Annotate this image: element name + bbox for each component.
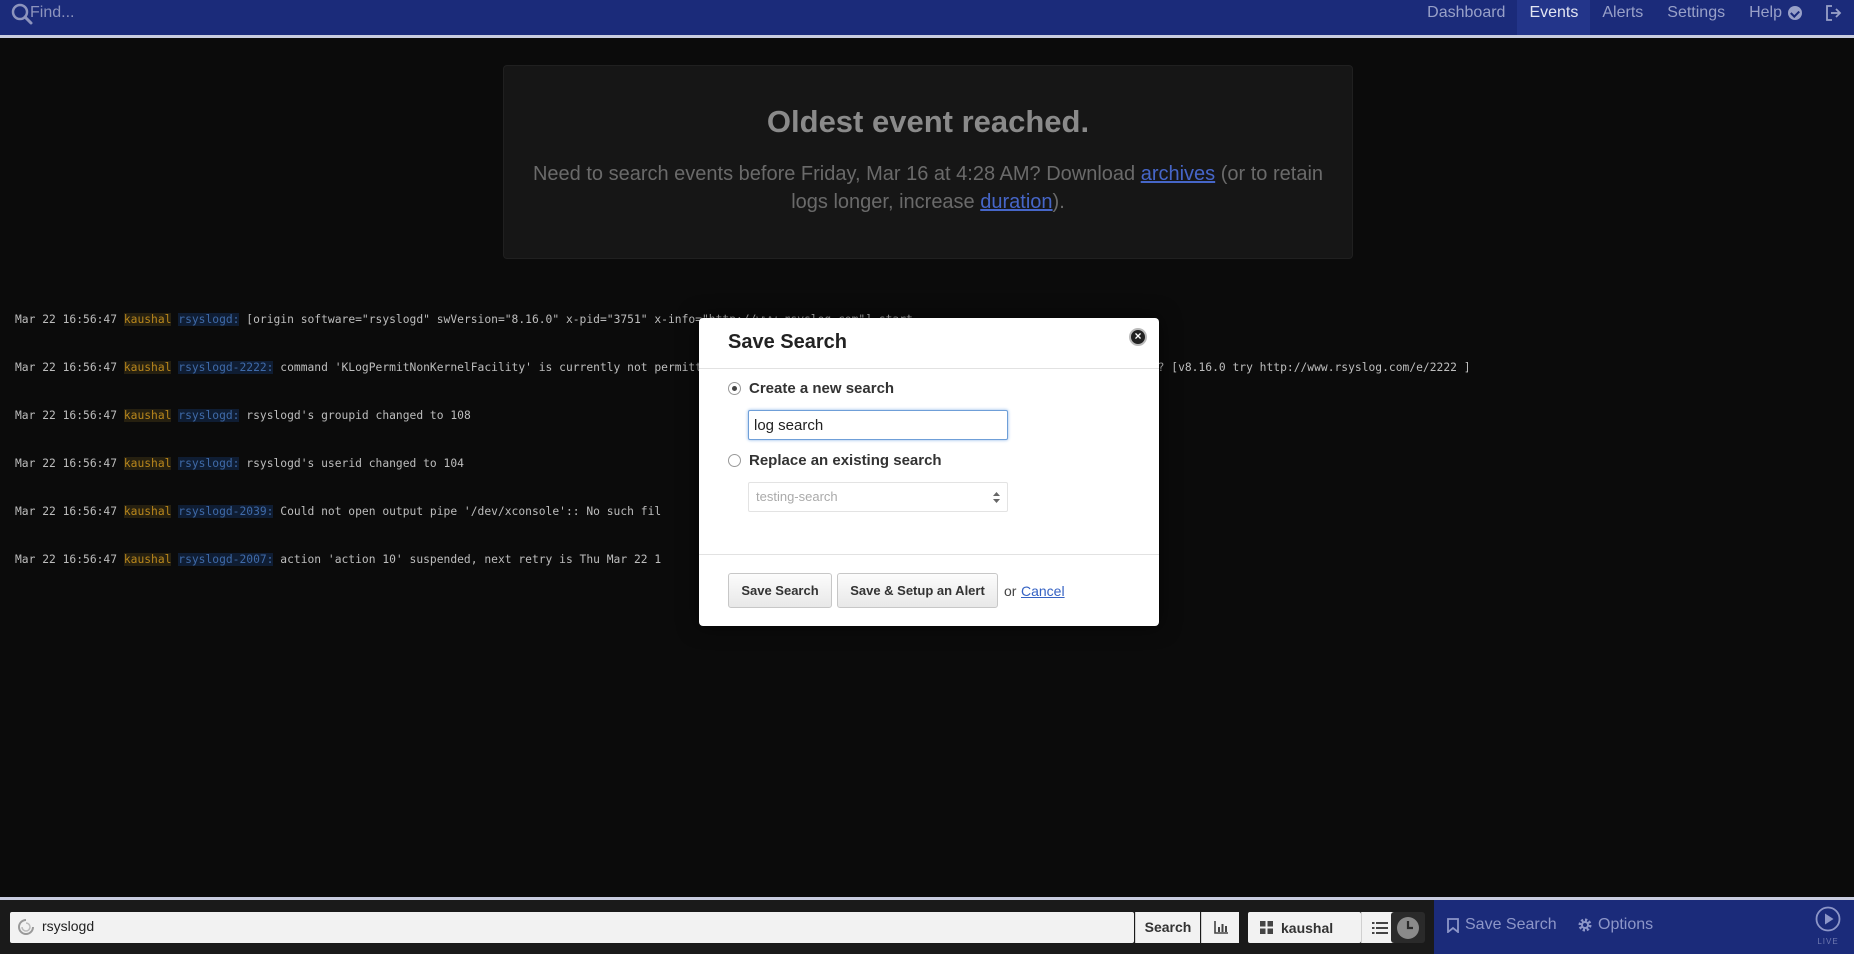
save-setup-alert-button[interactable]: Save & Setup an Alert [837, 573, 998, 608]
existing-search-select[interactable]: testing-search [748, 482, 1008, 512]
oldest-event-panel: Oldest event reached. Need to search eve… [503, 65, 1353, 259]
replace-existing-option[interactable]: Replace an existing search [728, 452, 942, 469]
logout-icon [1826, 5, 1842, 21]
bookmark-icon [1447, 917, 1459, 933]
save-search-button[interactable]: Save Search [728, 573, 832, 608]
log-time: Mar 22 16:56:47 [15, 409, 118, 422]
log-program[interactable]: rsyslogd: [178, 409, 240, 422]
dialog-title: Save Search [728, 331, 847, 353]
list-icon [1371, 921, 1388, 934]
query-text[interactable]: rsyslogd [42, 918, 94, 934]
log-host[interactable]: kaushal [123, 409, 172, 422]
oldest-text-3: ). [1052, 191, 1065, 213]
log-time: Mar 22 16:56:47 [15, 361, 118, 374]
oldest-event-title: Oldest event reached. [766, 104, 1090, 139]
loading-spinner-icon [18, 919, 34, 935]
log-program[interactable]: rsyslogd: [178, 313, 240, 326]
group-label: kaushal [1281, 919, 1334, 936]
select-arrows-icon [993, 492, 1000, 503]
time-range-button[interactable] [1391, 912, 1425, 943]
dialog-header: Save Search × [699, 318, 1159, 369]
log-program[interactable]: rsyslogd-2222: [178, 361, 274, 374]
oldest-text-1: Need to search events before Friday, Mar… [532, 163, 1141, 185]
clock-icon [1397, 916, 1419, 939]
create-new-label[interactable]: Create a new search [749, 380, 894, 397]
query-input[interactable]: rsyslogd [10, 912, 1134, 943]
log-time: Mar 22 16:56:47 [15, 457, 118, 470]
dialog-footer: Save Search Save & Setup an Alert or Can… [699, 554, 1159, 626]
live-toggle[interactable]: LIVE [1813, 906, 1843, 946]
live-label: LIVE [1817, 937, 1839, 946]
graph-button[interactable] [1201, 912, 1239, 943]
play-icon [1815, 906, 1841, 932]
nav-events[interactable]: Events [1517, 0, 1591, 35]
main-nav: Dashboard Events Alerts Settings Help [1415, 0, 1854, 35]
log-program[interactable]: rsyslogd-2039: [178, 505, 274, 518]
log-message: rsyslogd's groupid changed to 108 [246, 409, 471, 422]
save-search-toolbar-label: Save Search [1465, 916, 1557, 933]
log-time: Mar 22 16:56:47 [15, 313, 118, 326]
nav-help-label: Help [1749, 4, 1782, 21]
logout-button[interactable] [1814, 0, 1854, 35]
new-search-name-input[interactable] [748, 410, 1008, 440]
search-button[interactable]: Search [1135, 912, 1200, 943]
bottom-search-bar: rsyslogd Search kaushal Save Search Opti… [0, 897, 1854, 954]
log-message: rsyslogd's userid changed to 104 [246, 457, 464, 470]
bar-chart-icon [1213, 921, 1228, 934]
options-label: Options [1598, 916, 1654, 933]
existing-search-selected: testing-search [756, 489, 838, 504]
nav-help[interactable]: Help [1737, 0, 1814, 35]
log-host[interactable]: kaushal [123, 457, 172, 470]
find-input[interactable] [30, 2, 430, 24]
create-new-option[interactable]: Create a new search [728, 380, 894, 397]
nav-settings[interactable]: Settings [1655, 0, 1737, 35]
or-text: or [1004, 583, 1017, 599]
log-host[interactable]: kaushal [123, 361, 172, 374]
log-host[interactable]: kaushal [123, 553, 172, 566]
top-navigation-bar: Dashboard Events Alerts Settings Help [0, 0, 1854, 38]
options-button[interactable]: Options [1577, 916, 1653, 934]
check-circle-icon [1788, 6, 1802, 20]
replace-existing-radio[interactable] [728, 454, 741, 467]
group-selector[interactable]: kaushal [1248, 912, 1361, 943]
save-search-toolbar-button[interactable]: Save Search [1447, 916, 1557, 934]
nav-alerts[interactable]: Alerts [1590, 0, 1655, 35]
log-time: Mar 22 16:56:47 [15, 505, 118, 518]
duration-link[interactable]: duration [980, 191, 1052, 213]
nav-dashboard[interactable]: Dashboard [1415, 0, 1517, 35]
save-search-dialog: Save Search × Create a new search Replac… [699, 318, 1159, 626]
log-program[interactable]: rsyslogd-2007: [178, 553, 274, 566]
log-program[interactable]: rsyslogd: [178, 457, 240, 470]
gear-icon [1578, 918, 1592, 932]
grid-icon [1260, 921, 1273, 934]
log-message: action 'action 10' suspended, next retry… [280, 553, 662, 566]
log-time: Mar 22 16:56:47 [15, 553, 118, 566]
archives-link[interactable]: archives [1141, 163, 1215, 185]
close-icon[interactable]: × [1129, 328, 1147, 346]
replace-existing-label[interactable]: Replace an existing search [749, 452, 942, 469]
cancel-link[interactable]: Cancel [1021, 583, 1065, 599]
oldest-event-message: Need to search events before Friday, Mar… [528, 160, 1328, 216]
log-host[interactable]: kaushal [123, 505, 172, 518]
log-message: Could not open output pipe '/dev/xconsol… [280, 505, 662, 518]
query-area: rsyslogd Search kaushal [0, 900, 1434, 954]
log-host[interactable]: kaushal [123, 313, 172, 326]
create-new-radio[interactable] [728, 382, 741, 395]
